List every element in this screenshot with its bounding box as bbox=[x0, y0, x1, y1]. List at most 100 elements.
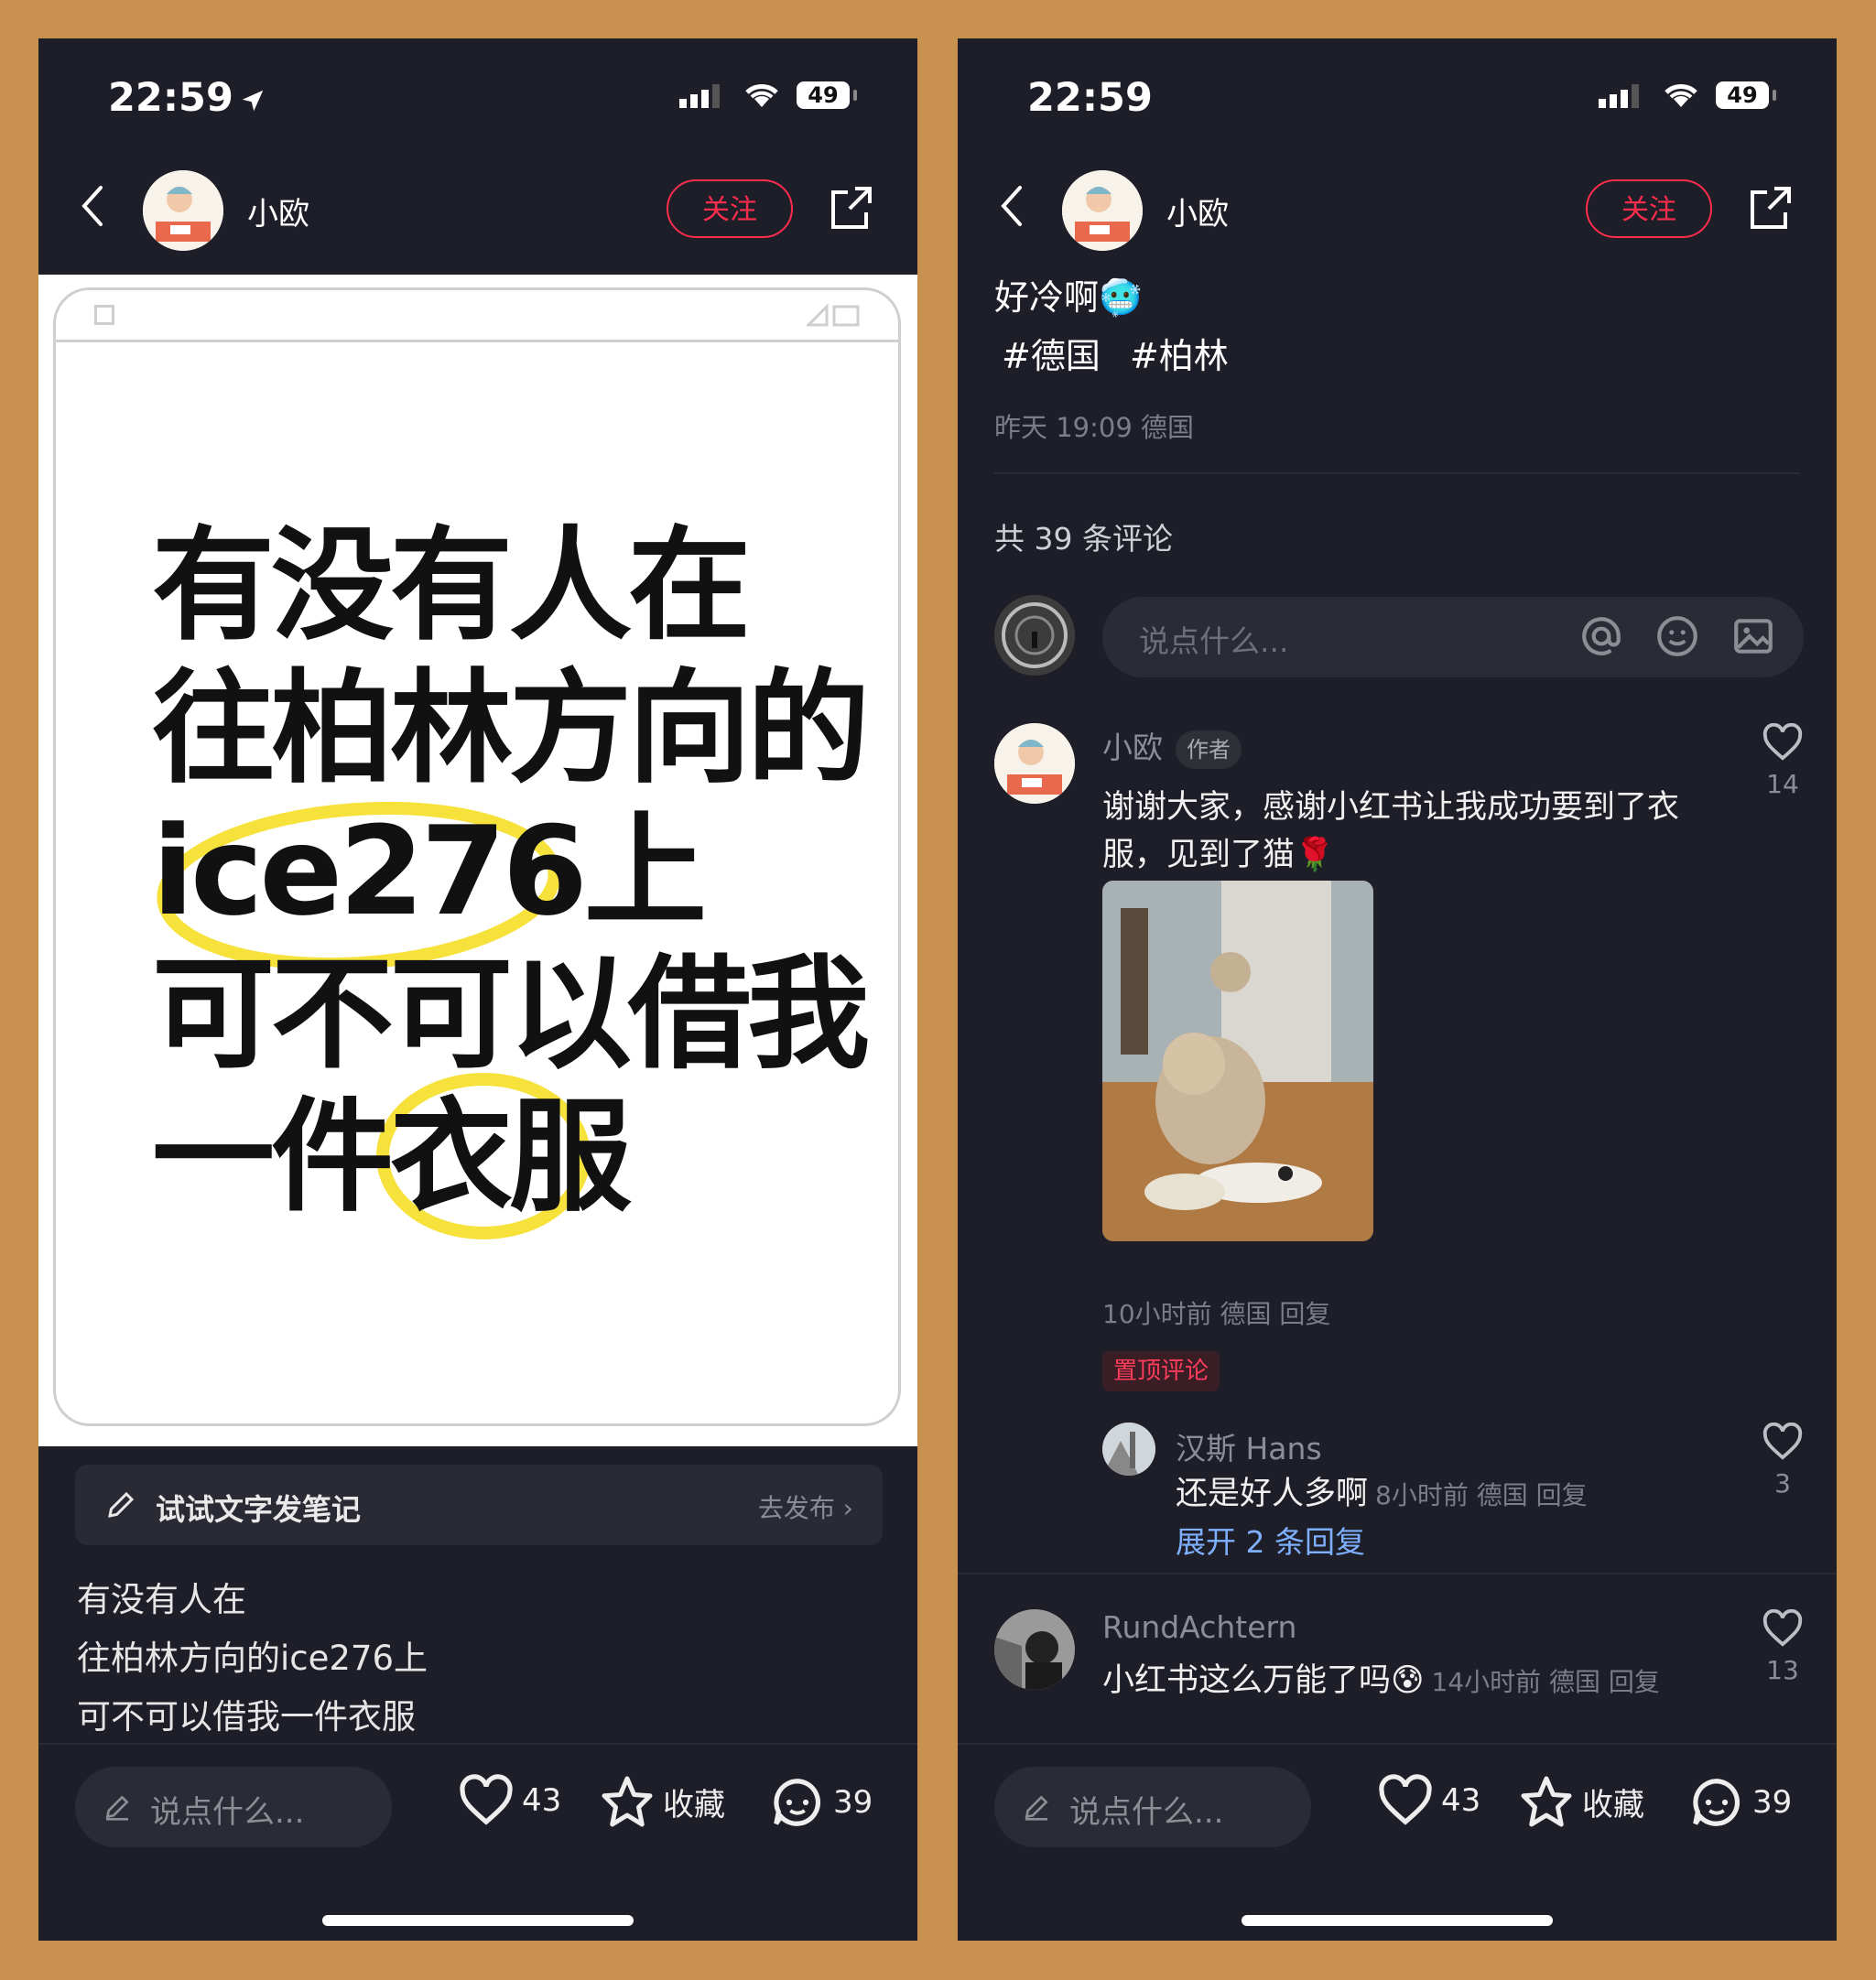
comment-text: 小红书这么万能了吗😰 14小时前 德国 回复 bbox=[1102, 1662, 1660, 1699]
phone-screen-comments: 22:59 49 小欧 关注 好冷啊🥶 #德国 #柏林 昨天 19:09 德国 … bbox=[958, 38, 1837, 1941]
comment-like-count: 13 bbox=[1766, 1655, 1799, 1685]
text-note-banner[interactable]: 试试文字发笔记 去发布 › bbox=[75, 1465, 883, 1545]
reply-meta[interactable]: 8小时前 德国 回复 bbox=[1375, 1480, 1588, 1510]
pencil-icon bbox=[108, 1491, 135, 1518]
like-button[interactable]: 43 bbox=[458, 1774, 561, 1827]
heart-icon bbox=[1379, 1774, 1432, 1825]
comment-placeholder: 说点什么... bbox=[150, 1794, 305, 1831]
like-button[interactable]: 43 bbox=[1377, 1774, 1480, 1827]
comment-meta[interactable]: 10小时前 德国 回复 bbox=[1102, 1294, 1330, 1331]
image-text-line: 往柏林方向的 bbox=[152, 657, 870, 800]
post-title: 好冷啊🥶 bbox=[994, 277, 1143, 318]
comment-author[interactable]: 小欧 作者 bbox=[1102, 723, 1242, 769]
follow-button[interactable]: 关注 bbox=[667, 179, 793, 238]
image-text-line: 有没有人在 bbox=[152, 514, 751, 657]
battery-tip bbox=[853, 90, 857, 101]
home-indicator bbox=[1242, 1915, 1553, 1926]
follow-button[interactable]: 关注 bbox=[1586, 179, 1712, 238]
divider bbox=[38, 1743, 917, 1745]
post-meta: 昨天 19:09 德国 bbox=[994, 412, 1195, 443]
status-time: 22:59 bbox=[1027, 75, 1153, 121]
post-caption: 有没有人在 往柏林方向的ice276上 可不可以借我一件衣服 bbox=[77, 1571, 428, 1747]
comment-avatar[interactable] bbox=[994, 1609, 1075, 1690]
input-tools bbox=[1578, 613, 1776, 663]
share-icon[interactable] bbox=[828, 185, 873, 231]
comment-input[interactable]: 说点什么... bbox=[75, 1767, 392, 1847]
comment-meta[interactable]: 14小时前 德国 回复 bbox=[1432, 1667, 1660, 1697]
comment-like-button[interactable]: 13 bbox=[1751, 1608, 1815, 1685]
caption-line: 可不可以借我一件衣服 bbox=[77, 1697, 416, 1737]
comment-bubble-icon bbox=[1693, 1779, 1740, 1826]
comment-text-line: 谢谢大家，感谢小红书让我成功要到了衣 bbox=[1102, 789, 1680, 826]
reply-author[interactable]: 汉斯 Hans bbox=[1176, 1424, 1322, 1468]
signal-icon bbox=[1599, 84, 1639, 108]
signal-icon bbox=[679, 84, 720, 108]
back-icon[interactable] bbox=[81, 185, 104, 227]
image-text-line: 可不可以借我 bbox=[152, 943, 870, 1086]
reply-like-count: 3 bbox=[1774, 1468, 1791, 1499]
comment-count: 39 bbox=[1752, 1784, 1793, 1821]
pencil-icon bbox=[105, 1795, 129, 1821]
author-badge: 作者 bbox=[1176, 730, 1242, 769]
heart-icon bbox=[460, 1774, 513, 1825]
collect-label: 收藏 bbox=[1582, 1786, 1644, 1823]
star-icon bbox=[1521, 1776, 1572, 1827]
wifi-icon bbox=[1665, 84, 1697, 107]
post-image-text: 有没有人在 往柏林方向的 ice276上 可不可以借我 一件衣服 bbox=[152, 514, 870, 1228]
collect-button[interactable]: 收藏 bbox=[599, 1774, 725, 1829]
heart-icon bbox=[1762, 1608, 1803, 1647]
collect-button[interactable]: 收藏 bbox=[1518, 1774, 1644, 1829]
star-icon bbox=[602, 1776, 653, 1827]
tag-link[interactable]: #德国 bbox=[1002, 336, 1101, 376]
comment-placeholder: 说点什么... bbox=[1069, 1794, 1224, 1831]
author-name[interactable]: 小欧 bbox=[247, 189, 309, 233]
emoji-icon[interactable] bbox=[1654, 613, 1700, 659]
like-count: 43 bbox=[1441, 1782, 1481, 1819]
expand-replies-link[interactable]: 展开 2 条回复 bbox=[1176, 1518, 1365, 1562]
at-mention-icon[interactable] bbox=[1578, 613, 1624, 659]
caption-line: 有没有人在 bbox=[77, 1580, 246, 1619]
comment-button[interactable]: 39 bbox=[1688, 1774, 1792, 1831]
comment-text-line: 服，见到了猫🌹 bbox=[1102, 837, 1335, 873]
reply-avatar[interactable] bbox=[1102, 1423, 1155, 1476]
comment-like-button[interactable]: 14 bbox=[1751, 722, 1815, 799]
home-indicator bbox=[322, 1915, 634, 1926]
comment-like-count: 14 bbox=[1766, 769, 1799, 799]
comment-author[interactable]: RundAchtern bbox=[1102, 1609, 1296, 1645]
divider bbox=[958, 1573, 1837, 1574]
comment-input[interactable]: 说点什么... bbox=[994, 1767, 1311, 1847]
battery-tip bbox=[1773, 90, 1776, 101]
comment-avatar[interactable] bbox=[994, 723, 1075, 804]
divider bbox=[958, 1743, 1837, 1745]
location-arrow-icon bbox=[242, 90, 264, 111]
battery-indicator: 49 bbox=[1716, 81, 1769, 109]
pencil-icon bbox=[1025, 1795, 1048, 1821]
reply-like-button[interactable]: 3 bbox=[1751, 1422, 1815, 1499]
image-icon[interactable] bbox=[1730, 613, 1776, 659]
battery-indicator: 49 bbox=[797, 81, 850, 109]
author-name[interactable]: 小欧 bbox=[1166, 189, 1229, 233]
comment-text: 谢谢大家，感谢小红书让我成功要到了衣 服，见到了猫🌹 bbox=[1102, 784, 1679, 879]
publish-link[interactable]: 去发布 › bbox=[758, 1488, 853, 1525]
status-time: 22:59 bbox=[108, 75, 266, 121]
back-icon[interactable] bbox=[1000, 185, 1024, 227]
tag-link[interactable]: #柏林 bbox=[1130, 336, 1229, 376]
like-count: 43 bbox=[522, 1782, 562, 1819]
heart-icon bbox=[1762, 722, 1803, 761]
comment-photo-cat[interactable] bbox=[1102, 881, 1373, 1241]
post-image[interactable]: 有没有人在 往柏林方向的 ice276上 可不可以借我 一件衣服 bbox=[38, 275, 917, 1446]
author-avatar[interactable] bbox=[143, 170, 223, 251]
comment-input[interactable]: 说点什么... bbox=[1102, 597, 1804, 677]
caption-line: 往柏林方向的ice276上 bbox=[77, 1639, 428, 1678]
reply-text: 还是好人多啊 8小时前 德国 回复 bbox=[1176, 1476, 1588, 1512]
image-text-line: 一件衣服 bbox=[152, 1086, 632, 1228]
divider bbox=[994, 472, 1800, 474]
phone-screen-post: 22:59 49 小欧 关注 有没有人在 往柏林方向的 ice276上 可不可以… bbox=[38, 38, 917, 1941]
share-icon[interactable] bbox=[1747, 185, 1793, 231]
text-note-prompt: 试试文字发笔记 bbox=[156, 1492, 362, 1527]
heart-icon bbox=[1762, 1422, 1803, 1460]
comment-placeholder: 说点什么... bbox=[1139, 623, 1289, 659]
comment-button[interactable]: 39 bbox=[769, 1774, 873, 1831]
author-avatar[interactable] bbox=[1062, 170, 1143, 251]
collect-label: 收藏 bbox=[663, 1786, 725, 1823]
